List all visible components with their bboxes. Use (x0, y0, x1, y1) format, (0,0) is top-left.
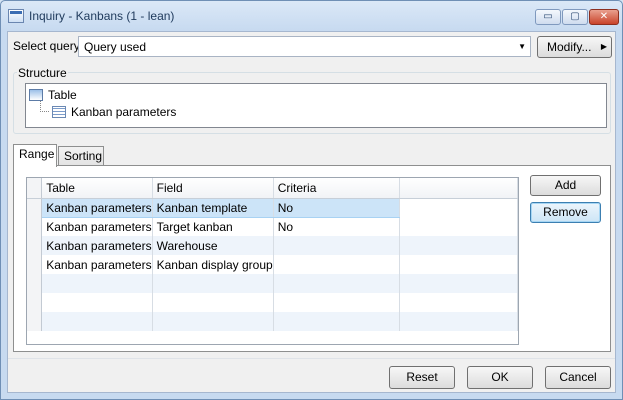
tree-node-label: Kanban parameters (71, 105, 177, 119)
column-header-table[interactable]: Table (41, 178, 153, 199)
tab-range[interactable]: Range (13, 144, 57, 167)
cell-field[interactable] (152, 312, 274, 331)
table-row[interactable] (27, 274, 518, 293)
maximize-button[interactable]: ▢ (562, 9, 588, 25)
cell-field[interactable] (152, 274, 274, 293)
cell-empty (399, 198, 518, 217)
table-icon (29, 89, 43, 101)
tree-node-kanban-parameters[interactable]: Kanban parameters (52, 105, 176, 119)
row-selector-header[interactable] (27, 178, 43, 199)
cell-field[interactable]: Target kanban (152, 217, 274, 236)
reset-button[interactable]: Reset (389, 366, 455, 389)
structure-title: Structure (17, 66, 68, 80)
cell-field[interactable]: Warehouse (152, 236, 274, 255)
select-query-value: Query used (84, 40, 147, 54)
select-query-label: Select query: (13, 39, 84, 53)
window-title: Inquiry - Kanbans (1 - lean) (29, 9, 175, 23)
table-row[interactable]: Kanban parameters Warehouse (27, 236, 518, 255)
dialog-body: Select query: Query used ▼ Modify... ▶ S… (7, 31, 616, 393)
cell-criteria[interactable] (273, 236, 401, 255)
row-selector[interactable] (27, 255, 43, 274)
ok-button[interactable]: OK (467, 366, 533, 389)
table-row[interactable]: Kanban parameters Target kanban No (27, 217, 518, 236)
cell-field[interactable]: Kanban template (152, 197, 274, 218)
row-selector[interactable] (27, 312, 43, 331)
row-selector[interactable] (27, 217, 43, 236)
footer-divider (8, 358, 615, 359)
cell-empty (399, 236, 518, 255)
cell-table[interactable] (41, 312, 153, 331)
column-header-criteria[interactable]: Criteria (273, 178, 401, 199)
cell-field[interactable]: Kanban display group (152, 255, 274, 274)
grid-icon (52, 106, 66, 118)
cell-criteria[interactable] (273, 274, 401, 293)
cell-criteria[interactable]: No (273, 217, 401, 236)
table-row[interactable] (27, 312, 518, 331)
modify-button-label: Modify... (547, 40, 592, 54)
cancel-button[interactable]: Cancel (545, 366, 611, 389)
minimize-button[interactable]: ▭ (535, 9, 561, 25)
remove-button[interactable]: Remove (530, 202, 601, 223)
row-selector[interactable] (27, 236, 43, 255)
tab-sorting[interactable]: Sorting (58, 146, 104, 166)
cell-criteria[interactable]: No (273, 197, 401, 218)
table-row[interactable]: Kanban parameters Kanban template No (27, 197, 518, 218)
tree-node-label: Table (48, 88, 77, 102)
row-selector[interactable] (27, 293, 43, 312)
range-grid[interactable]: Table Field Criteria Kanban parameters K… (26, 177, 519, 345)
cell-table[interactable] (41, 293, 153, 312)
tree-node-table[interactable]: Table (29, 88, 77, 102)
cell-table[interactable] (41, 274, 153, 293)
cell-empty (399, 217, 518, 236)
cell-criteria[interactable] (273, 312, 401, 331)
cell-empty (399, 255, 518, 274)
row-selector[interactable] (27, 198, 43, 217)
cell-field[interactable] (152, 293, 274, 312)
title-bar[interactable]: Inquiry - Kanbans (1 - lean) ▭ ▢ ✕ (1, 1, 622, 31)
cell-table[interactable]: Kanban parameters (41, 217, 153, 236)
cell-table[interactable]: Kanban parameters (41, 236, 153, 255)
window-app-icon (8, 9, 24, 23)
cell-empty (399, 293, 518, 312)
close-button[interactable]: ✕ (589, 9, 619, 25)
cell-criteria[interactable] (273, 255, 401, 274)
select-query-combobox[interactable]: Query used ▼ (78, 36, 531, 57)
cell-table[interactable]: Kanban parameters (41, 197, 153, 218)
cell-table[interactable]: Kanban parameters (41, 255, 153, 274)
cell-empty (399, 312, 518, 331)
structure-tree[interactable]: Table Kanban parameters (25, 83, 607, 128)
tree-connector (40, 111, 49, 112)
grid-header-row: Table Field Criteria (27, 178, 518, 199)
submenu-arrow-icon: ▶ (600, 42, 607, 51)
range-tab-panel: Table Field Criteria Kanban parameters K… (13, 165, 611, 352)
dropdown-arrow-icon[interactable]: ▼ (518, 42, 526, 51)
column-header-field[interactable]: Field (152, 178, 274, 199)
column-header-empty (399, 178, 518, 199)
add-button[interactable]: Add (530, 175, 601, 196)
row-selector[interactable] (27, 274, 43, 293)
modify-button[interactable]: Modify... ▶ (537, 36, 612, 58)
table-row[interactable]: Kanban parameters Kanban display group (27, 255, 518, 274)
table-row[interactable] (27, 293, 518, 312)
inquiry-window: Inquiry - Kanbans (1 - lean) ▭ ▢ ✕ Selec… (0, 0, 623, 400)
cell-criteria[interactable] (273, 293, 401, 312)
cell-empty (399, 274, 518, 293)
